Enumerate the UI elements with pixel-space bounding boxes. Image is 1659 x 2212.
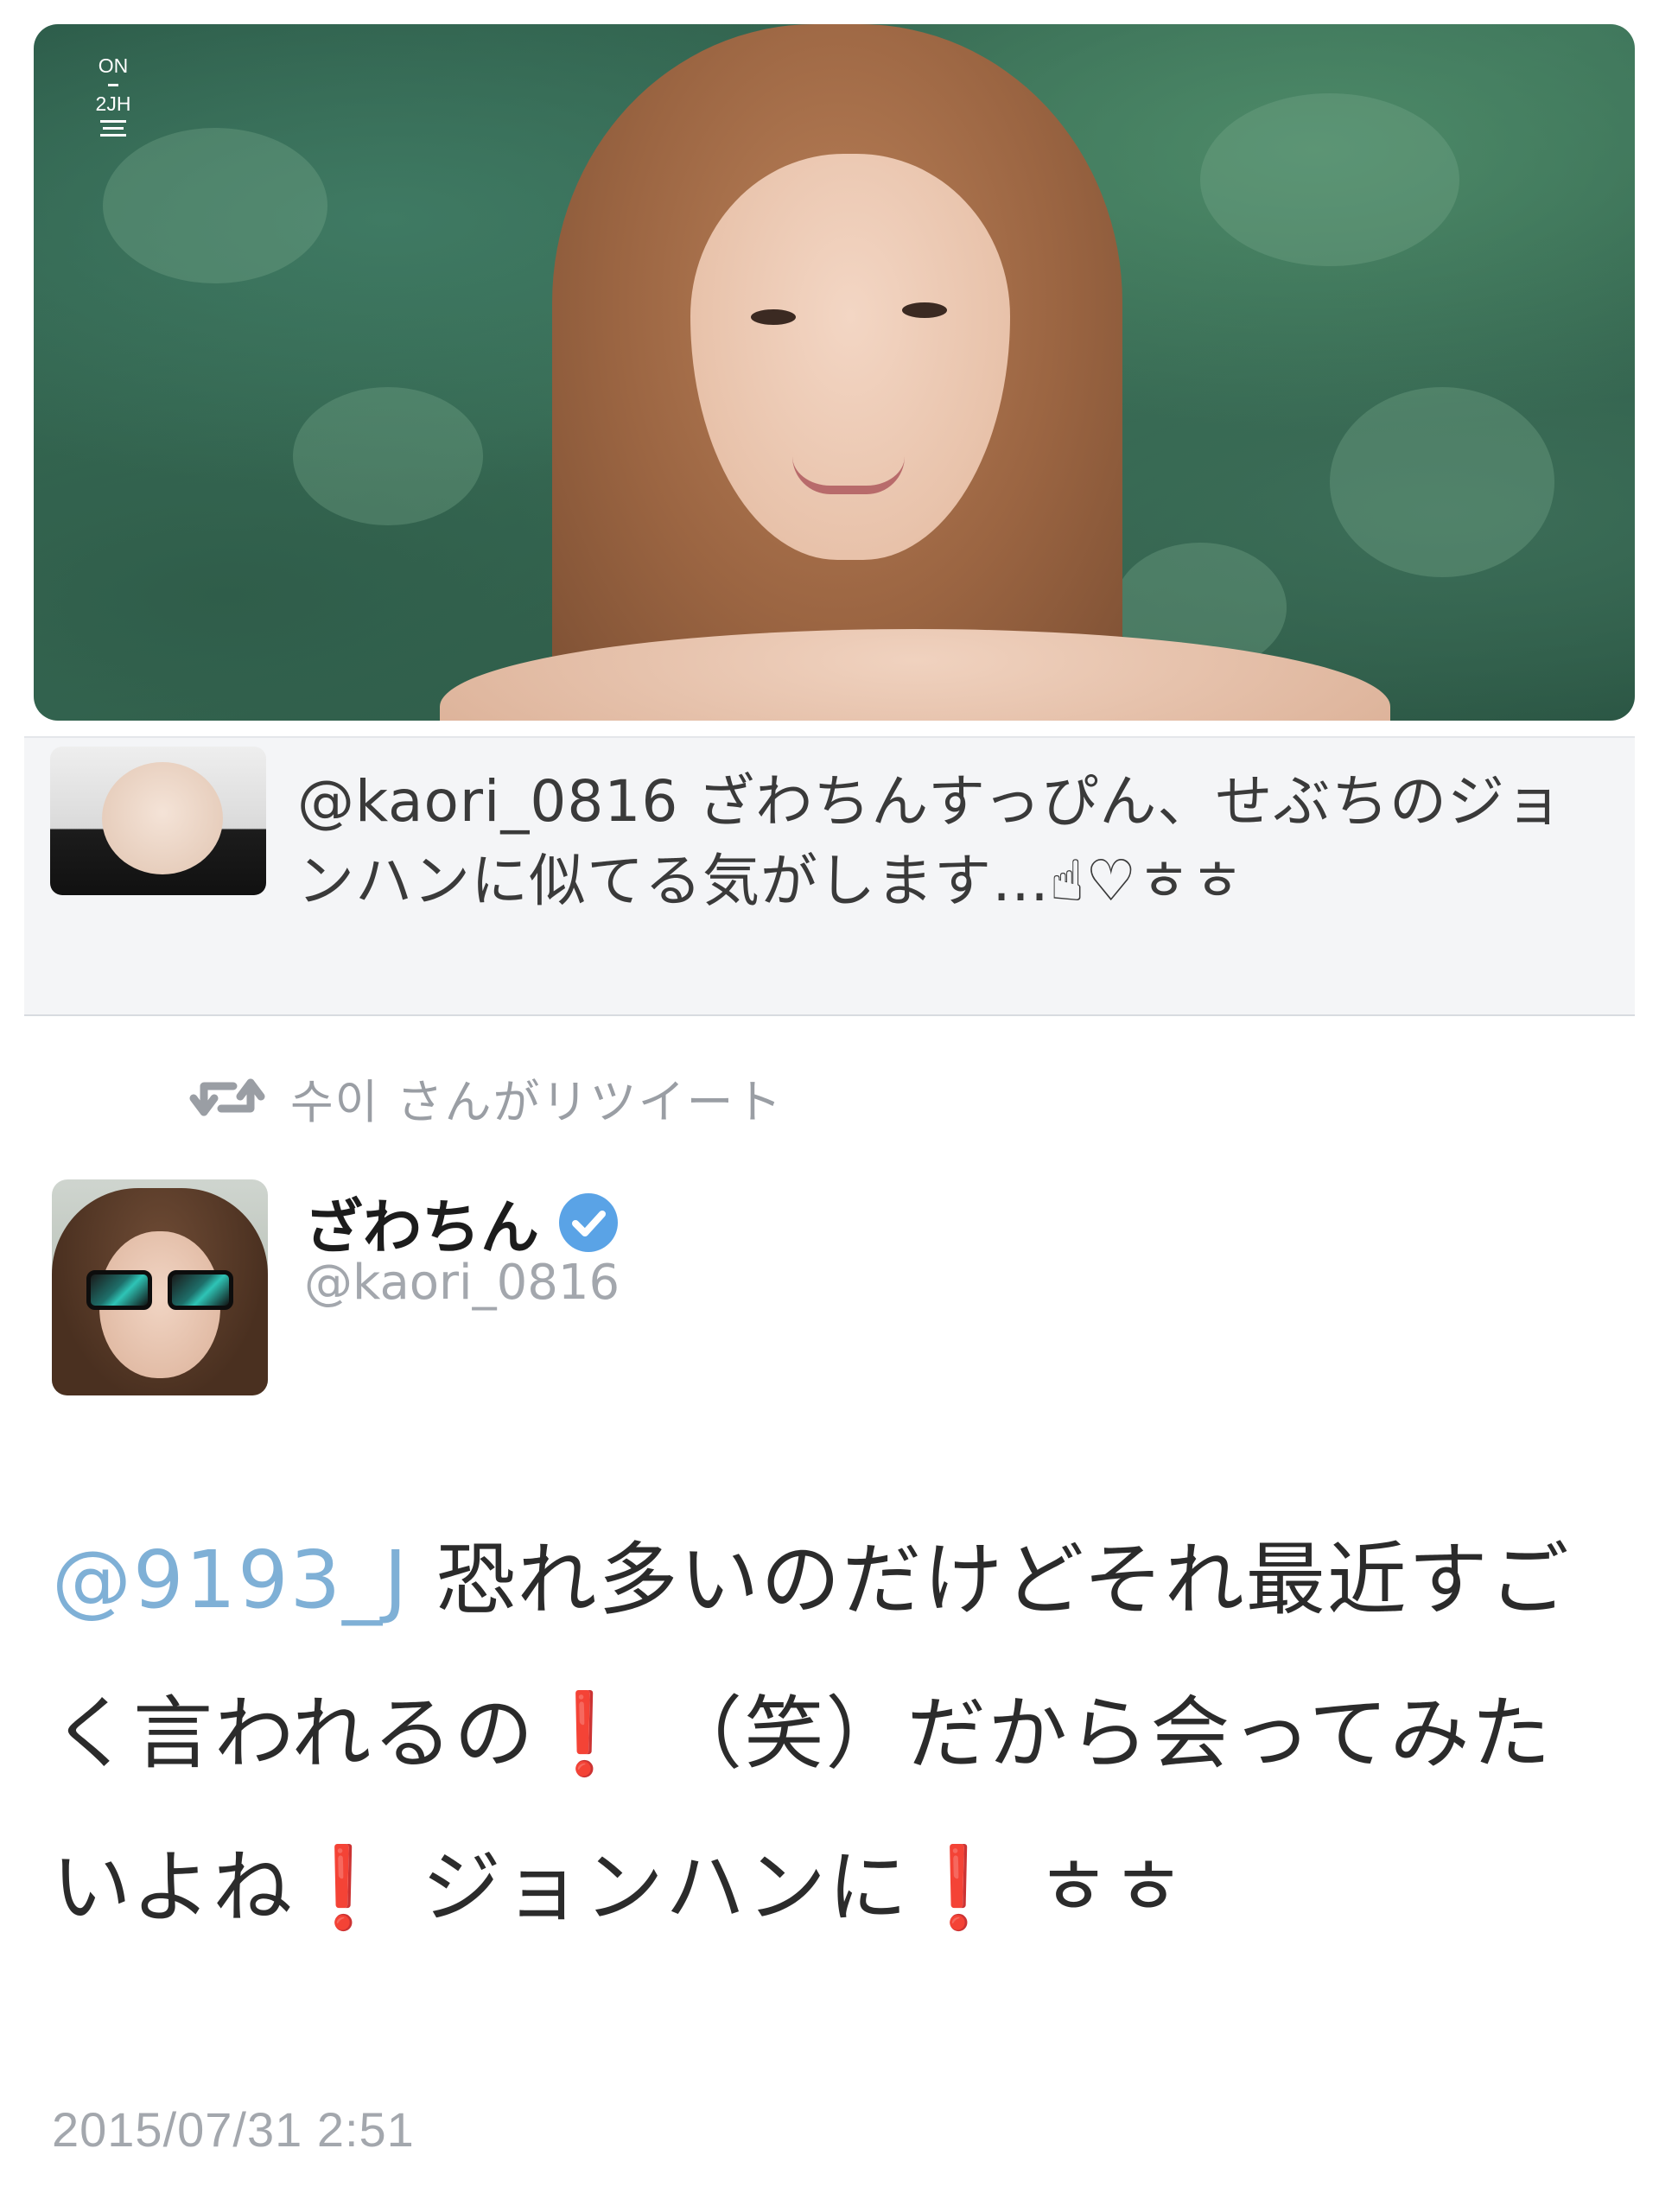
- quoted-avatar[interactable]: [50, 747, 266, 895]
- foliage: [1200, 93, 1459, 266]
- verified-badge-icon: [559, 1192, 619, 1252]
- watermark-bottom: 2JH: [95, 92, 131, 116]
- tweet-timestamp[interactable]: 2015/07/31 2:51: [52, 2101, 415, 2158]
- author-name[interactable]: ざわちん: [304, 1179, 620, 1265]
- retweet-context-text: 수이 さんがリツイート: [290, 1074, 784, 1129]
- quoted-tweet[interactable]: @kaori_0816 ざわちんすっぴん、せぶちのジョンハンに似てる気がします……: [24, 736, 1635, 1016]
- author-avatar[interactable]: [52, 1179, 268, 1395]
- author-display-name: ざわちん: [304, 1194, 540, 1262]
- tweet-text: @9193_J 恐れ多いのだけどそれ最近すごく言われるの❗ （笑）だから会ってみ…: [52, 1503, 1590, 1965]
- exclamation-icon: ❗: [535, 1688, 636, 1780]
- exclamation-icon: ❗: [294, 1841, 395, 1934]
- watermark-dash: [108, 84, 118, 87]
- quoted-tweet-text: @kaori_0816 ざわちんすっぴん、せぶちのジョンハンに似てる気がします……: [297, 768, 1564, 914]
- retweet-context[interactable]: 수이 さんがリツイート: [188, 1063, 784, 1132]
- foliage: [293, 387, 483, 525]
- tweet-photo[interactable]: ON 2JH: [34, 24, 1635, 721]
- watermark-top: ON: [98, 54, 129, 77]
- quoted-avatar-face: [102, 762, 223, 874]
- person-eye: [751, 309, 796, 325]
- retweet-icon: [189, 1078, 265, 1116]
- foliage: [1330, 387, 1554, 577]
- photo-watermark: ON 2JH: [92, 54, 134, 141]
- watermark-lines: [92, 119, 134, 137]
- tweet-text-segment: ㅎㅎ: [1009, 1841, 1187, 1934]
- person-eye: [902, 302, 947, 318]
- tweet-mention[interactable]: @9193_J: [52, 1534, 409, 1626]
- avatar-sunglasses: [86, 1270, 233, 1310]
- exclamation-icon: ❗: [908, 1841, 1010, 1934]
- tweet-text-segment: ジョンハンに: [394, 1841, 909, 1934]
- foliage: [103, 128, 327, 283]
- author-handle[interactable]: @kaori_0816: [304, 1255, 620, 1311]
